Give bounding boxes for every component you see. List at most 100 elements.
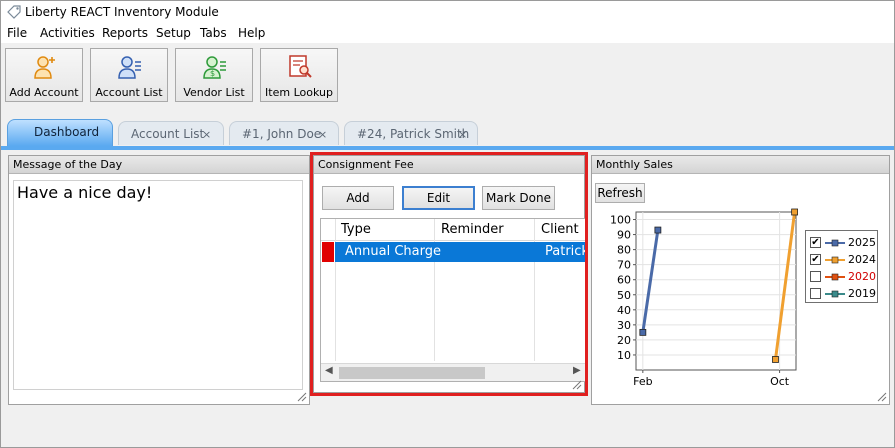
add-button[interactable]: Add xyxy=(322,186,394,210)
account-list-icon xyxy=(118,56,141,79)
resize-grip-icon[interactable] xyxy=(572,380,582,390)
motd-textbox[interactable]: Have a nice day! xyxy=(13,180,303,390)
scrollbar-thumb[interactable] xyxy=(339,367,485,379)
close-icon[interactable]: × xyxy=(318,128,327,141)
chart-legend: ✔ 2025 ✔ 2024 2020 2019 xyxy=(805,230,878,303)
legend-label: 2025 xyxy=(848,236,876,249)
y-tick-label: 10 xyxy=(617,349,631,362)
checkmark-icon: ✔ xyxy=(811,254,820,265)
account-list-label: Account List xyxy=(95,86,163,99)
legend-swatch-icon xyxy=(825,239,845,247)
menu-activities[interactable]: Activities xyxy=(40,26,95,40)
monthly-sales-chart: 10 20 30 40 50 60 70 80 90 100 Feb Oct xyxy=(610,208,798,388)
data-point-2024 xyxy=(772,356,779,363)
legend-swatch-icon xyxy=(825,273,845,281)
refresh-button[interactable]: Refresh xyxy=(595,183,645,203)
legend-label: 2024 xyxy=(848,253,876,266)
add-account-label: Add Account xyxy=(9,86,79,99)
motd-header: Message of the Day xyxy=(9,156,309,174)
item-lookup-label: Item Lookup xyxy=(265,86,333,99)
row-status-marker xyxy=(322,242,334,262)
app-tag-icon xyxy=(7,5,21,19)
item-lookup-button[interactable]: Item Lookup xyxy=(260,48,338,102)
menu-file[interactable]: File xyxy=(7,26,27,40)
scroll-right-icon[interactable]: ▶ xyxy=(573,365,581,376)
motd-title: Message of the Day xyxy=(13,158,123,171)
menu-reports[interactable]: Reports xyxy=(102,26,148,40)
scroll-left-icon[interactable]: ◀ xyxy=(325,365,333,376)
menu-bar: File Activities Reports Setup Tabs Help xyxy=(1,23,894,43)
mark-done-button[interactable]: Mark Done xyxy=(482,186,555,210)
legend-label: 2020 xyxy=(848,270,876,283)
legend-checkbox[interactable]: ✔ xyxy=(810,254,821,265)
tab-dashboard-label: Dashboard xyxy=(34,125,100,139)
column-divider xyxy=(434,219,435,361)
column-divider xyxy=(335,219,336,361)
column-header-client[interactable]: Client xyxy=(541,222,579,237)
tab-patrick-smith-label: #24, Patrick Smith xyxy=(357,127,470,141)
menu-setup[interactable]: Setup xyxy=(156,26,191,40)
monthly-sales-title: Monthly Sales xyxy=(596,158,673,171)
horizontal-scrollbar[interactable]: ◀ ▶ xyxy=(321,363,586,381)
edit-button[interactable]: Edit xyxy=(402,186,475,210)
menu-help[interactable]: Help xyxy=(238,26,265,40)
vendor-list-label: Vendor List xyxy=(183,86,245,99)
account-list-button[interactable]: Account List xyxy=(90,48,168,102)
y-tick-label: 90 xyxy=(617,229,631,242)
vendor-list-icon: $ xyxy=(203,56,226,79)
legend-swatch-icon xyxy=(825,256,845,264)
cell-type[interactable]: Annual Charge xyxy=(345,244,441,259)
tab-john-doe-label: #1, John Doe xyxy=(242,127,322,141)
consignment-header: Consignment Fee xyxy=(314,156,584,174)
item-lookup-icon xyxy=(289,55,312,78)
y-tick-label: 70 xyxy=(617,259,631,272)
tab-dashboard[interactable]: Dashboard xyxy=(7,119,113,146)
motd-text: Have a nice day! xyxy=(17,183,153,202)
consignment-panel: Consignment Fee Add Edit Mark Done Type … xyxy=(313,155,587,393)
tab-account-list-label: Account List xyxy=(131,127,205,141)
tab-strip: Dashboard Account List × #1, John Doe × … xyxy=(1,115,894,147)
x-tick-label: Oct xyxy=(770,375,790,388)
resize-grip-icon[interactable] xyxy=(877,392,887,402)
tab-underline xyxy=(1,146,894,150)
menu-tabs[interactable]: Tabs xyxy=(200,26,227,40)
close-icon[interactable]: × xyxy=(458,128,467,141)
resize-grip-icon[interactable] xyxy=(297,392,307,402)
consignment-title: Consignment Fee xyxy=(318,158,414,171)
data-point-2024 xyxy=(791,208,798,216)
legend-item-2025[interactable]: ✔ 2025 xyxy=(810,235,876,251)
svg-text:$: $ xyxy=(210,69,215,78)
legend-item-2019[interactable]: 2019 xyxy=(810,286,876,302)
legend-checkbox[interactable]: ✔ xyxy=(810,237,821,248)
app-window: Liberty REACT Inventory Module File Acti… xyxy=(0,0,895,448)
title-bar: Liberty REACT Inventory Module xyxy=(1,1,894,23)
consignment-table: Type Reminder Client Annual Charge Patri… xyxy=(320,218,587,382)
x-tick-label: Feb xyxy=(633,375,652,388)
tab-patrick-smith[interactable]: #24, Patrick Smith × xyxy=(344,121,478,145)
cell-client[interactable]: Patrick xyxy=(545,244,586,259)
y-tick-label: 80 xyxy=(617,244,631,257)
legend-checkbox[interactable] xyxy=(810,271,821,282)
column-header-type[interactable]: Type xyxy=(341,222,371,237)
legend-item-2020[interactable]: 2020 xyxy=(810,269,876,285)
vendor-list-button[interactable]: $ Vendor List xyxy=(175,48,253,102)
legend-item-2024[interactable]: ✔ 2024 xyxy=(810,252,876,268)
table-header: Type Reminder Client xyxy=(321,219,586,241)
data-point-2025 xyxy=(654,226,662,234)
close-icon[interactable]: × xyxy=(202,128,211,141)
tab-account-list[interactable]: Account List × xyxy=(118,121,224,145)
legend-swatch-icon xyxy=(825,290,845,298)
toolbar: Add Account Account List $ Vendor List I… xyxy=(1,43,894,107)
data-point-2025 xyxy=(639,328,647,336)
window-title: Liberty REACT Inventory Module xyxy=(25,5,219,19)
plot-area xyxy=(635,211,797,371)
legend-checkbox[interactable] xyxy=(810,288,821,299)
y-tick-label: 100 xyxy=(610,214,631,227)
monthly-sales-header: Monthly Sales xyxy=(592,156,889,174)
y-tick-label: 50 xyxy=(617,289,631,302)
y-tick-label: 60 xyxy=(617,274,631,287)
add-account-button[interactable]: Add Account xyxy=(5,48,83,102)
tab-john-doe[interactable]: #1, John Doe × xyxy=(229,121,339,145)
monthly-sales-panel: Monthly Sales Refresh 10 20 30 40 50 60 70 80 90… xyxy=(591,155,890,405)
column-header-reminder[interactable]: Reminder xyxy=(441,222,504,237)
